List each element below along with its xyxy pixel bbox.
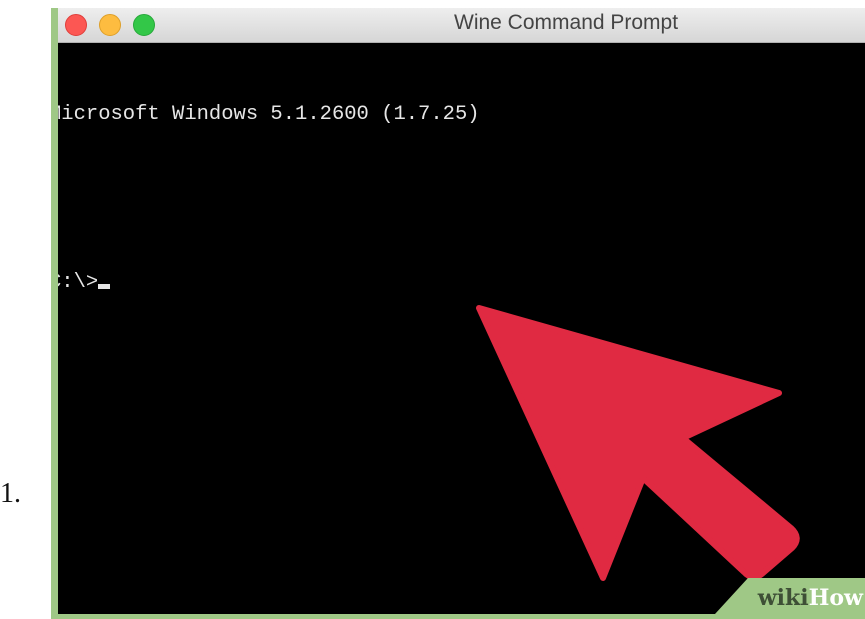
arrow-pointer-icon bbox=[476, 305, 800, 581]
arrow-pointer-shape bbox=[476, 305, 800, 581]
watermark-text: wikiHow bbox=[758, 585, 863, 611]
screenshot-frame: Wine Command Prompt Microsoft Windows 5.… bbox=[51, 8, 865, 619]
watermark-how: How bbox=[808, 585, 863, 611]
list-number: 1. bbox=[0, 478, 21, 509]
watermark-wiki: wiki bbox=[757, 585, 809, 611]
wikihow-watermark: wikiHow bbox=[715, 578, 865, 614]
wine-command-prompt-window: Wine Command Prompt Microsoft Windows 5.… bbox=[58, 8, 865, 614]
